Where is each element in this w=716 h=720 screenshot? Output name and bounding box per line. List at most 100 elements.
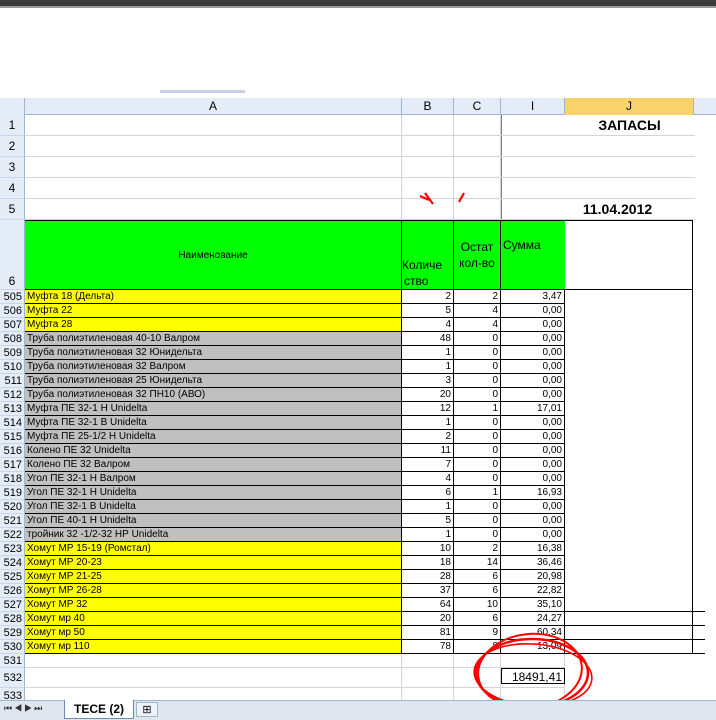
item-j-cell[interactable] [565, 374, 693, 388]
item-sum[interactable]: 0,00 [501, 360, 565, 374]
item-remaining[interactable]: 0 [454, 514, 501, 528]
item-quantity[interactable]: 2 [402, 290, 454, 304]
item-name[interactable]: Хомут МР 21-25 [25, 570, 402, 584]
item-name[interactable]: Труба полиэтиленовая 40-10 Валром [25, 332, 402, 346]
item-j-cell[interactable] [565, 332, 693, 346]
item-quantity[interactable]: 20 [402, 612, 454, 626]
item-sum[interactable]: 0,00 [501, 374, 565, 388]
empty-cell[interactable] [402, 654, 454, 668]
item-name[interactable]: Хомут мр 40 [25, 612, 402, 626]
row-header[interactable]: 510 [0, 360, 25, 374]
item-sum[interactable]: 0,00 [501, 514, 565, 528]
item-quantity[interactable]: 2 [402, 430, 454, 444]
item-sum[interactable]: 0,00 [501, 346, 565, 360]
item-remaining[interactable]: 0 [454, 444, 501, 458]
item-name[interactable]: Угол ПЕ 32-1 Н Unidelta [25, 486, 402, 500]
item-name[interactable]: Труба полиэтиленовая 32 ПН10 (АВО) [25, 388, 402, 402]
header-j6[interactable] [565, 220, 693, 290]
row-header[interactable]: 528 [0, 612, 25, 626]
row-header[interactable]: 511 [0, 374, 25, 388]
item-quantity[interactable]: 4 [402, 472, 454, 486]
item-j-cell[interactable] [565, 556, 693, 570]
item-name[interactable]: Хомут МР 15-19 (Ромстал) [25, 542, 402, 556]
row-header[interactable]: 515 [0, 430, 25, 444]
item-j-cell[interactable] [565, 500, 693, 514]
item-j-cell[interactable] [565, 570, 693, 584]
column-header-a[interactable]: A [25, 98, 402, 115]
row-header-4[interactable]: 4 [0, 178, 25, 199]
row-header[interactable]: 522 [0, 528, 25, 542]
item-name[interactable]: Угол ПЕ 32-1 Н Валром [25, 472, 402, 486]
row-header-1[interactable]: 1 [0, 115, 25, 136]
item-quantity[interactable]: 11 [402, 444, 454, 458]
row-header[interactable]: 508 [0, 332, 25, 346]
item-remaining[interactable]: 0 [454, 500, 501, 514]
row-header[interactable]: 517 [0, 458, 25, 472]
item-j-cell[interactable] [565, 290, 693, 304]
item-j-cell[interactable] [565, 346, 693, 360]
row-header[interactable]: 519 [0, 486, 25, 500]
item-remaining[interactable]: 0 [454, 430, 501, 444]
header-sum[interactable]: Сумма [501, 220, 565, 290]
column-header-j[interactable]: J [565, 98, 694, 115]
item-remaining[interactable]: 2 [454, 542, 501, 556]
item-j-cell[interactable] [565, 514, 693, 528]
empty-cell[interactable] [402, 668, 454, 688]
item-sum[interactable]: 0,00 [501, 416, 565, 430]
empty-cell[interactable] [25, 668, 402, 688]
item-quantity[interactable]: 64 [402, 598, 454, 612]
item-name[interactable]: Муфта ПЕ 25-1/2 Н Unidelta [25, 430, 402, 444]
item-name[interactable]: Труба полиэтиленовая 25 Юнидельта [25, 374, 402, 388]
header-remaining[interactable]: Остат кол-во [454, 220, 501, 290]
item-quantity[interactable]: 48 [402, 332, 454, 346]
item-remaining[interactable]: 0 [454, 458, 501, 472]
column-header-i[interactable]: I [501, 98, 565, 115]
item-name[interactable]: Муфта 18 (Дельта) [25, 290, 402, 304]
item-quantity[interactable]: 81 [402, 626, 454, 640]
prev-sheet-icon[interactable]: ◀ [14, 703, 24, 713]
item-remaining[interactable]: 4 [454, 304, 501, 318]
item-sum[interactable]: 0,00 [501, 388, 565, 402]
item-sum[interactable]: 3,47 [501, 290, 565, 304]
item-name[interactable]: Хомут МР 20-23 [25, 556, 402, 570]
item-remaining[interactable]: 0 [454, 374, 501, 388]
next-sheet-icon[interactable]: ▶ [24, 703, 34, 713]
header-name[interactable]: Наименование [25, 220, 402, 290]
item-sum[interactable]: 0,00 [501, 458, 565, 472]
row-header[interactable]: 526 [0, 584, 25, 598]
item-quantity[interactable]: 18 [402, 556, 454, 570]
last-sheet-icon[interactable]: ⏭ [34, 703, 44, 713]
insert-sheet-icon[interactable]: ⊞ [136, 702, 158, 717]
item-j-cell[interactable] [565, 304, 693, 318]
item-j-cell[interactable] [565, 402, 693, 416]
item-sum[interactable]: 22,82 [501, 584, 565, 598]
sheet-date[interactable]: 11.04.2012 [501, 199, 694, 220]
item-remaining[interactable]: 14 [454, 556, 501, 570]
item-quantity[interactable]: 5 [402, 304, 454, 318]
item-sum[interactable]: 0,00 [501, 528, 565, 542]
item-quantity[interactable]: 1 [402, 416, 454, 430]
item-remaining[interactable]: 0 [454, 416, 501, 430]
tab-nav-buttons[interactable]: ⏮◀▶⏭ [4, 703, 64, 717]
item-remaining[interactable]: 6 [454, 584, 501, 598]
item-name[interactable]: Колено ПЕ 32 Unidelta [25, 444, 402, 458]
item-name[interactable]: Хомут МР 32 [25, 598, 402, 612]
row-header[interactable]: 523 [0, 542, 25, 556]
item-sum[interactable]: 20,98 [501, 570, 565, 584]
item-name[interactable]: Муфта 22 [25, 304, 402, 318]
item-sum[interactable]: 0,00 [501, 318, 565, 332]
item-sum[interactable]: 0,00 [501, 472, 565, 486]
row-header[interactable]: 520 [0, 500, 25, 514]
empty-cell[interactable] [25, 654, 402, 668]
item-quantity[interactable]: 28 [402, 570, 454, 584]
item-remaining[interactable]: 0 [454, 388, 501, 402]
item-quantity[interactable]: 1 [402, 360, 454, 374]
item-name[interactable]: Угол ПЕ 32-1 В Unidelta [25, 500, 402, 514]
row-header[interactable]: 524 [0, 556, 25, 570]
row-header[interactable]: 514 [0, 416, 25, 430]
item-quantity[interactable]: 3 [402, 374, 454, 388]
row-header[interactable]: 505 [0, 290, 25, 304]
item-j-cell[interactable] [565, 598, 693, 612]
row-header[interactable]: 530 [0, 640, 25, 654]
item-j-cell[interactable] [565, 528, 693, 542]
